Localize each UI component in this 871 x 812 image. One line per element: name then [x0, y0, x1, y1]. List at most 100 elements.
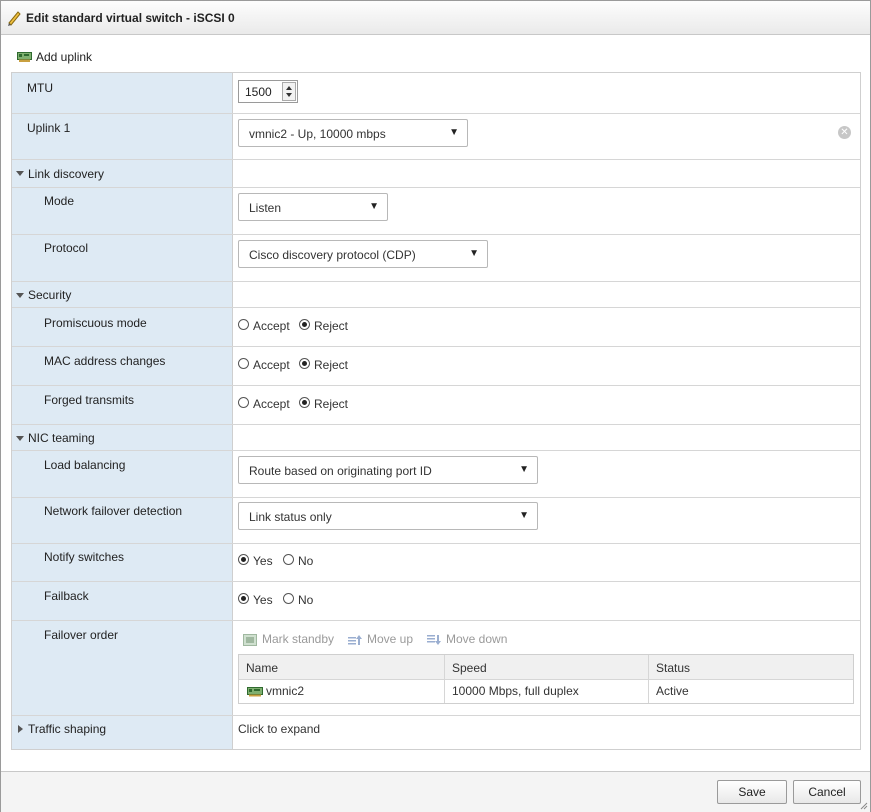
pencil-icon	[8, 11, 21, 26]
forged-label: Forged transmits	[44, 393, 135, 407]
uplink-1-value: vmnic2 - Up, 10000 mbps	[249, 127, 386, 141]
radio-circle[interactable]	[238, 319, 249, 330]
radio-circle[interactable]	[283, 554, 294, 565]
mac-changes-label: MAC address changes	[44, 354, 166, 368]
radio-circle[interactable]	[299, 319, 310, 330]
protocol-label: Protocol	[44, 241, 89, 255]
network-card-icon	[17, 52, 32, 62]
protocol-select[interactable]: Cisco discovery protocol (CDP) ▼	[238, 240, 488, 268]
radio-circle[interactable]	[238, 593, 249, 604]
radio-circle[interactable]	[283, 593, 294, 604]
mode-label: Mode	[44, 194, 75, 208]
row-failover-order: Failover order Mark standby Move up Move…	[12, 621, 860, 716]
row-mac-address-changes: MAC address changes Accept Reject	[12, 347, 860, 386]
expand-arrow-icon[interactable]	[18, 725, 23, 733]
mtu-stepper[interactable]: 1500	[238, 80, 298, 103]
move-up-label: Move up	[367, 632, 414, 646]
chevron-down-icon: ▼	[369, 201, 379, 212]
section-security[interactable]: Security	[12, 282, 860, 308]
move-down-icon	[427, 635, 441, 645]
chevron-down-icon: ▼	[519, 510, 529, 521]
radio-circle[interactable]	[238, 397, 249, 408]
mode-select[interactable]: Listen ▼	[238, 193, 388, 221]
table-row[interactable]: vmnic2 10000 Mbps, full duplex Active	[239, 680, 853, 703]
row-promiscuous-mode: Promiscuous mode Accept Reject	[12, 308, 860, 347]
table-header: Name Speed Status	[239, 655, 853, 680]
mtu-label: MTU	[27, 81, 53, 95]
traffic-shaping-label: Traffic shaping	[28, 722, 107, 736]
radio-label: Accept	[253, 319, 290, 333]
row-notify-switches: Notify switches Yes No	[12, 544, 860, 582]
row-protocol: Protocol Cisco discovery protocol (CDP) …	[12, 235, 860, 282]
radio-label: No	[298, 593, 314, 607]
row-load-balancing: Load balancing Route based on originatin…	[12, 451, 860, 498]
save-button[interactable]: Save	[717, 780, 787, 804]
row-forged-transmits: Forged transmits Accept Reject	[12, 386, 860, 425]
radio-label: Reject	[314, 358, 349, 372]
column-header-status[interactable]: Status	[656, 661, 690, 675]
failback-label: Failback	[44, 589, 89, 603]
radio-label: Accept	[253, 397, 290, 411]
row-failback: Failback Yes No	[12, 582, 860, 621]
nic-icon	[247, 687, 263, 697]
failover-detection-value: Link status only	[249, 510, 332, 524]
collapse-arrow-icon[interactable]	[16, 436, 24, 441]
row-mtu: MTU 1500	[12, 73, 860, 114]
uplink-1-select[interactable]: vmnic2 - Up, 10000 mbps ▼	[238, 119, 468, 147]
failover-order-label: Failover order	[44, 628, 119, 642]
radio-circle[interactable]	[238, 358, 249, 369]
radio-circle[interactable]	[299, 397, 310, 408]
collapse-arrow-icon[interactable]	[16, 171, 24, 176]
column-header-name[interactable]: Name	[246, 661, 278, 675]
radio-label: Accept	[253, 358, 290, 372]
stepper-up-icon[interactable]	[286, 86, 292, 90]
notify-switches-label: Notify switches	[44, 550, 125, 564]
section-link-discovery[interactable]: Link discovery	[12, 160, 860, 188]
row-mode: Mode Listen ▼	[12, 188, 860, 235]
failover-detection-select[interactable]: Link status only ▼	[238, 502, 538, 530]
chevron-down-icon: ▼	[469, 248, 479, 259]
uplink-1-label: Uplink 1	[27, 121, 71, 135]
load-balancing-value: Route based on originating port ID	[249, 464, 432, 478]
load-balancing-select[interactable]: Route based on originating port ID ▼	[238, 456, 538, 484]
load-balancing-label: Load balancing	[44, 458, 126, 472]
mtu-stepper-buttons[interactable]	[282, 82, 296, 101]
traffic-shaping-expand-link[interactable]: Click to expand	[238, 722, 320, 736]
clear-icon[interactable]: ✕	[838, 126, 851, 139]
title-bar[interactable]: Edit standard virtual switch - iSCSI 0	[1, 1, 870, 35]
radio-circle[interactable]	[238, 554, 249, 565]
move-down-label: Move down	[446, 632, 508, 646]
chevron-down-icon: ▼	[449, 127, 459, 138]
radio-circle[interactable]	[299, 358, 310, 369]
chevron-down-icon: ▼	[519, 464, 529, 475]
section-traffic-shaping[interactable]: Traffic shaping Click to expand	[12, 716, 860, 748]
resize-grip-icon[interactable]	[860, 802, 868, 810]
column-header-speed[interactable]: Speed	[452, 661, 487, 675]
settings-grid: MTU 1500 Uplink 1 vmnic2 - Up, 10000 mbp…	[11, 72, 861, 750]
dialog-footer: Save Cancel	[1, 771, 870, 812]
radio-label: Reject	[314, 319, 349, 333]
link-discovery-label: Link discovery	[28, 167, 105, 181]
radio-label: No	[298, 554, 314, 568]
nic-name: vmnic2	[266, 684, 305, 698]
security-label: Security	[28, 288, 72, 302]
nic-status: Active	[656, 684, 689, 698]
add-uplink-label: Add uplink	[36, 50, 93, 64]
mark-standby-label: Mark standby	[262, 632, 335, 646]
row-uplink-1: Uplink 1 vmnic2 - Up, 10000 mbps ▼ ✕	[12, 114, 860, 160]
move-up-icon	[348, 635, 362, 645]
cancel-button[interactable]: Cancel	[793, 780, 861, 804]
row-network-failover-detection: Network failover detection Link status o…	[12, 498, 860, 544]
collapse-arrow-icon[interactable]	[16, 293, 24, 298]
stepper-down-icon[interactable]	[286, 93, 292, 97]
edit-vswitch-dialog: Edit standard virtual switch - iSCSI 0 A…	[0, 0, 871, 812]
dialog-title: Edit standard virtual switch - iSCSI 0	[26, 11, 235, 25]
failover-detection-label: Network failover detection	[44, 504, 183, 518]
nic-teaming-label: NIC teaming	[28, 431, 95, 445]
mode-value: Listen	[249, 201, 282, 215]
failover-order-table: Name Speed Status vmnic2 10000 Mbps, ful…	[238, 654, 854, 704]
radio-label: Yes	[253, 593, 273, 607]
section-nic-teaming[interactable]: NIC teaming	[12, 425, 860, 451]
mark-standby-icon	[243, 634, 257, 646]
mtu-value: 1500	[245, 85, 272, 99]
